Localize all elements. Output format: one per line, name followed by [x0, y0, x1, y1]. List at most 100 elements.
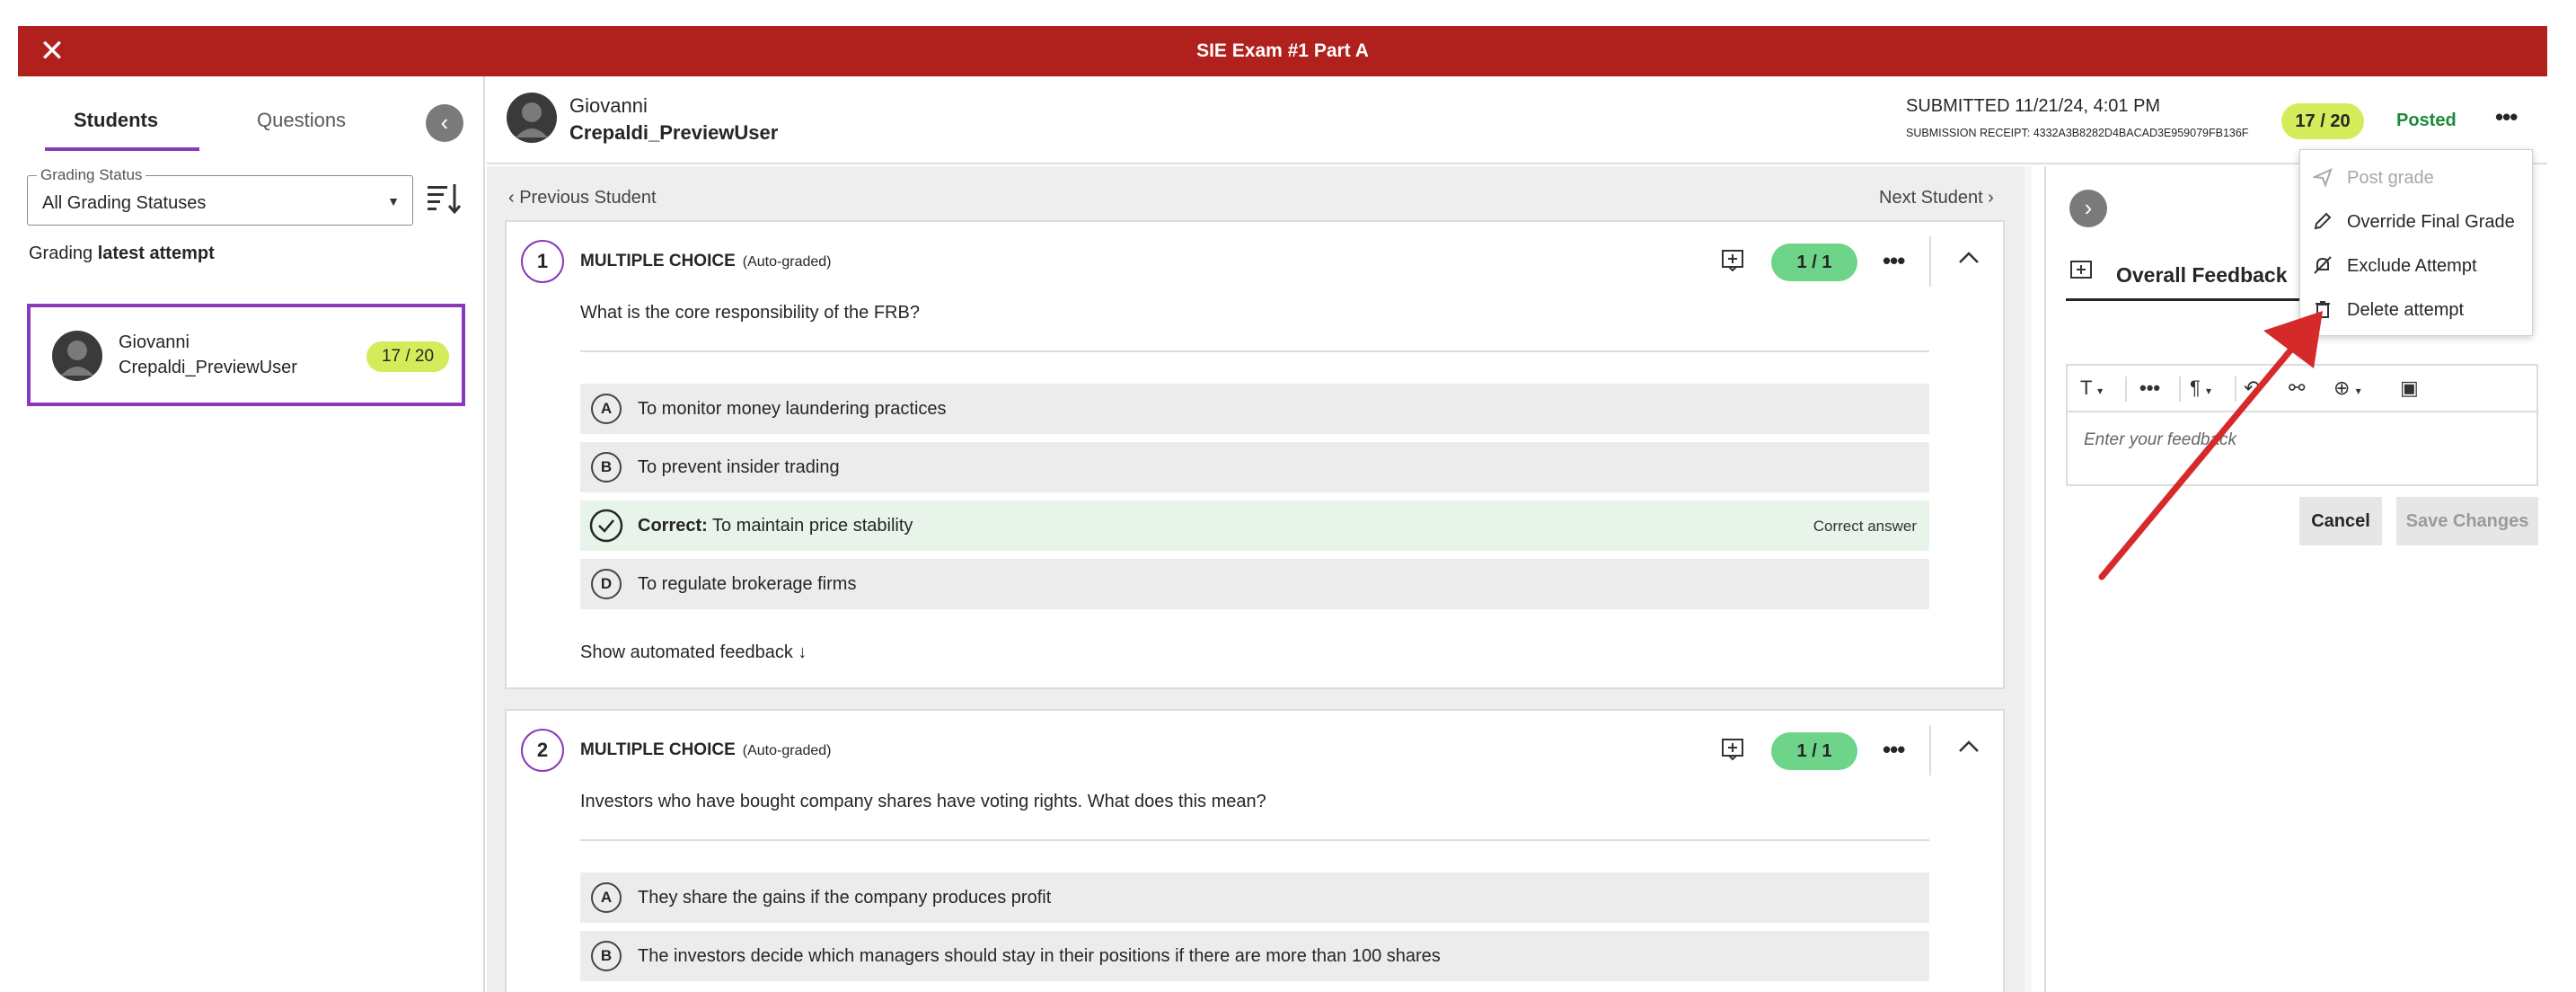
- answer-option: A They share the gains if the company pr…: [580, 872, 1929, 923]
- trash-icon: [2316, 301, 2330, 318]
- submission-header: Giovanni Crepaldi_PreviewUser SUBMITTED …: [487, 76, 2547, 164]
- pencil-icon: [2314, 212, 2332, 230]
- answer-text: They share the gains if the company prod…: [638, 888, 1052, 908]
- question-type: MULTIPLE CHOICE (Auto-graded): [580, 252, 831, 271]
- student-list-item[interactable]: Giovanni Crepaldi_PreviewUser 17 / 20: [27, 304, 465, 406]
- undo-icon[interactable]: ↶: [2244, 376, 2260, 400]
- divider: [580, 350, 1929, 352]
- insert-button[interactable]: ⊕ ▾: [2333, 376, 2361, 400]
- expand-panel-button[interactable]: ›: [2069, 190, 2107, 227]
- answer-text: Correct: To maintain price stability: [638, 516, 913, 536]
- overall-feedback-title: Overall Feedback: [2116, 263, 2288, 287]
- answer-option: B To prevent insider trading: [580, 442, 1929, 492]
- collapse-panel-button[interactable]: ‹: [426, 104, 463, 142]
- next-student-label: Next Student: [1879, 188, 1983, 208]
- question-card: 1 MULTIPLE CHOICE (Auto-graded) 1 / 1 •••…: [505, 220, 2005, 689]
- question-type: MULTIPLE CHOICE (Auto-graded): [580, 740, 831, 760]
- grading-status-label: Grading Status: [37, 166, 146, 184]
- tab-students[interactable]: Students: [74, 109, 158, 132]
- header-last-name: Crepaldi_PreviewUser: [569, 121, 779, 144]
- feedback-editor[interactable]: T ▾ ••• ¶ ▾ ↶ ⚯ ⊕ ▾ ▣ Enter your feedbac…: [2066, 364, 2538, 486]
- student-last-name: Crepaldi_PreviewUser: [119, 358, 297, 377]
- active-tab-indicator: [45, 147, 199, 151]
- paragraph-icon: ¶: [2190, 376, 2201, 399]
- submission-receipt: SUBMISSION RECEIPT: 4332A3B8282D4BACAD3E…: [1906, 127, 2249, 139]
- grading-attempt-note: Grading latest attempt: [29, 244, 215, 264]
- options-menu: Post grade Override Final Grade Exclude …: [2299, 149, 2533, 336]
- add-content-icon: ⊕: [2333, 376, 2351, 399]
- media-icon[interactable]: ▣: [2400, 376, 2419, 400]
- chevron-up-icon[interactable]: [1951, 729, 1987, 765]
- auto-graded-label: (Auto-graded): [742, 743, 832, 758]
- answer-option: D To regulate brokerage firms: [580, 559, 1929, 609]
- posted-status: Posted: [2396, 111, 2457, 130]
- more-tools-button[interactable]: •••: [2139, 376, 2160, 400]
- grading-prefix: Grading: [29, 244, 93, 263]
- correct-answer-tag: Correct answer: [1813, 518, 1917, 535]
- question-number: 2: [521, 729, 564, 772]
- chevron-up-icon[interactable]: [1951, 240, 1987, 276]
- grading-status-value: All Grading Statuses: [42, 193, 207, 213]
- save-changes-button[interactable]: Save Changes: [2396, 497, 2538, 545]
- answer-option: B The investors decide which managers sh…: [580, 931, 1929, 981]
- answer-letter: B: [591, 941, 622, 971]
- answer-text: To prevent insider trading: [638, 457, 840, 477]
- toolbar-divider: [2125, 376, 2127, 402]
- question-card: 2 MULTIPLE CHOICE (Auto-graded) 1 / 1 •••…: [505, 709, 2005, 992]
- menu-item-label: Post grade: [2347, 168, 2434, 188]
- left-panel: Students Questions ‹ Grading Status All …: [18, 76, 485, 992]
- toolbar-divider: [2235, 376, 2236, 402]
- sort-icon[interactable]: [424, 179, 463, 218]
- toolbar-divider: [2179, 376, 2181, 402]
- more-options-button[interactable]: •••: [2495, 103, 2518, 131]
- cancel-button[interactable]: Cancel: [2299, 497, 2382, 545]
- menu-item-exclude-attempt[interactable]: Exclude Attempt: [2300, 244, 2532, 287]
- answer-text: To monitor money laundering practices: [638, 399, 947, 419]
- page-title: SIE Exam #1 Part A: [1196, 40, 1369, 61]
- avatar: [507, 93, 557, 143]
- divider: [1929, 236, 1931, 287]
- answer-letter: D: [591, 569, 622, 599]
- menu-item-delete-attempt[interactable]: Delete attempt: [2300, 288, 2532, 331]
- menu-item-label: Delete attempt: [2347, 300, 2465, 320]
- menu-item-override-final-grade[interactable]: Override Final Grade: [2300, 199, 2532, 243]
- send-icon: [2313, 168, 2333, 187]
- student-score-badge: 17 / 20: [366, 341, 449, 372]
- answer-option-correct: Correct: To maintain price stability Cor…: [580, 500, 1929, 551]
- add-feedback-icon: [2070, 261, 2092, 279]
- app: ✕ SIE Exam #1 Part A Students Questions …: [0, 0, 2576, 992]
- add-feedback-icon[interactable]: [1721, 249, 1744, 272]
- correct-answer-text: To maintain price stability: [712, 516, 913, 536]
- question-more-button[interactable]: •••: [1883, 247, 1905, 275]
- editor-toolbar: T ▾ ••• ¶ ▾ ↶ ⚯ ⊕ ▾ ▣: [2068, 366, 2536, 412]
- show-automated-feedback-link[interactable]: Show automated feedback ↓: [580, 642, 807, 663]
- question-type-label: MULTIPLE CHOICE: [580, 740, 736, 759]
- text-format-button[interactable]: T ▾: [2080, 376, 2103, 400]
- student-first-name: Giovanni: [119, 332, 190, 352]
- menu-item-post-grade[interactable]: Post grade: [2300, 155, 2532, 199]
- question-text: What is the core responsibility of the F…: [580, 303, 920, 323]
- question-type-label: MULTIPLE CHOICE: [580, 252, 736, 270]
- tab-questions[interactable]: Questions: [257, 109, 346, 132]
- top-banner: ✕ SIE Exam #1 Part A: [18, 26, 2547, 76]
- scroll-up-icon[interactable]: ▲: [2031, 166, 2032, 181]
- next-student-link[interactable]: Next Student ›: [1879, 188, 1994, 208]
- submitted-timestamp: SUBMITTED 11/21/24, 4:01 PM: [1906, 96, 2161, 116]
- question-text: Investors who have bought company shares…: [580, 792, 1266, 811]
- question-score-badge[interactable]: 1 / 1: [1771, 732, 1857, 770]
- answer-text: To regulate brokerage firms: [638, 574, 857, 594]
- question-score-badge[interactable]: 1 / 1: [1771, 244, 1857, 281]
- total-score-badge[interactable]: 17 / 20: [2281, 103, 2364, 139]
- scrollbar[interactable]: ▲: [2025, 166, 2032, 992]
- paragraph-button[interactable]: ¶ ▾: [2190, 376, 2211, 400]
- add-feedback-icon[interactable]: [1721, 738, 1744, 761]
- question-more-button[interactable]: •••: [1883, 736, 1905, 764]
- header-first-name: Giovanni: [569, 94, 648, 117]
- grading-status-select[interactable]: Grading Status All Grading Statuses ▼: [27, 166, 413, 226]
- caret-down-icon: ▼: [387, 194, 400, 208]
- feedback-input[interactable]: Enter your feedback: [2084, 430, 2236, 450]
- previous-student-link[interactable]: ‹ Previous Student: [508, 188, 657, 208]
- answer-letter: A: [591, 394, 622, 424]
- answer-letter: A: [591, 882, 622, 913]
- link-icon[interactable]: ⚯: [2289, 376, 2305, 400]
